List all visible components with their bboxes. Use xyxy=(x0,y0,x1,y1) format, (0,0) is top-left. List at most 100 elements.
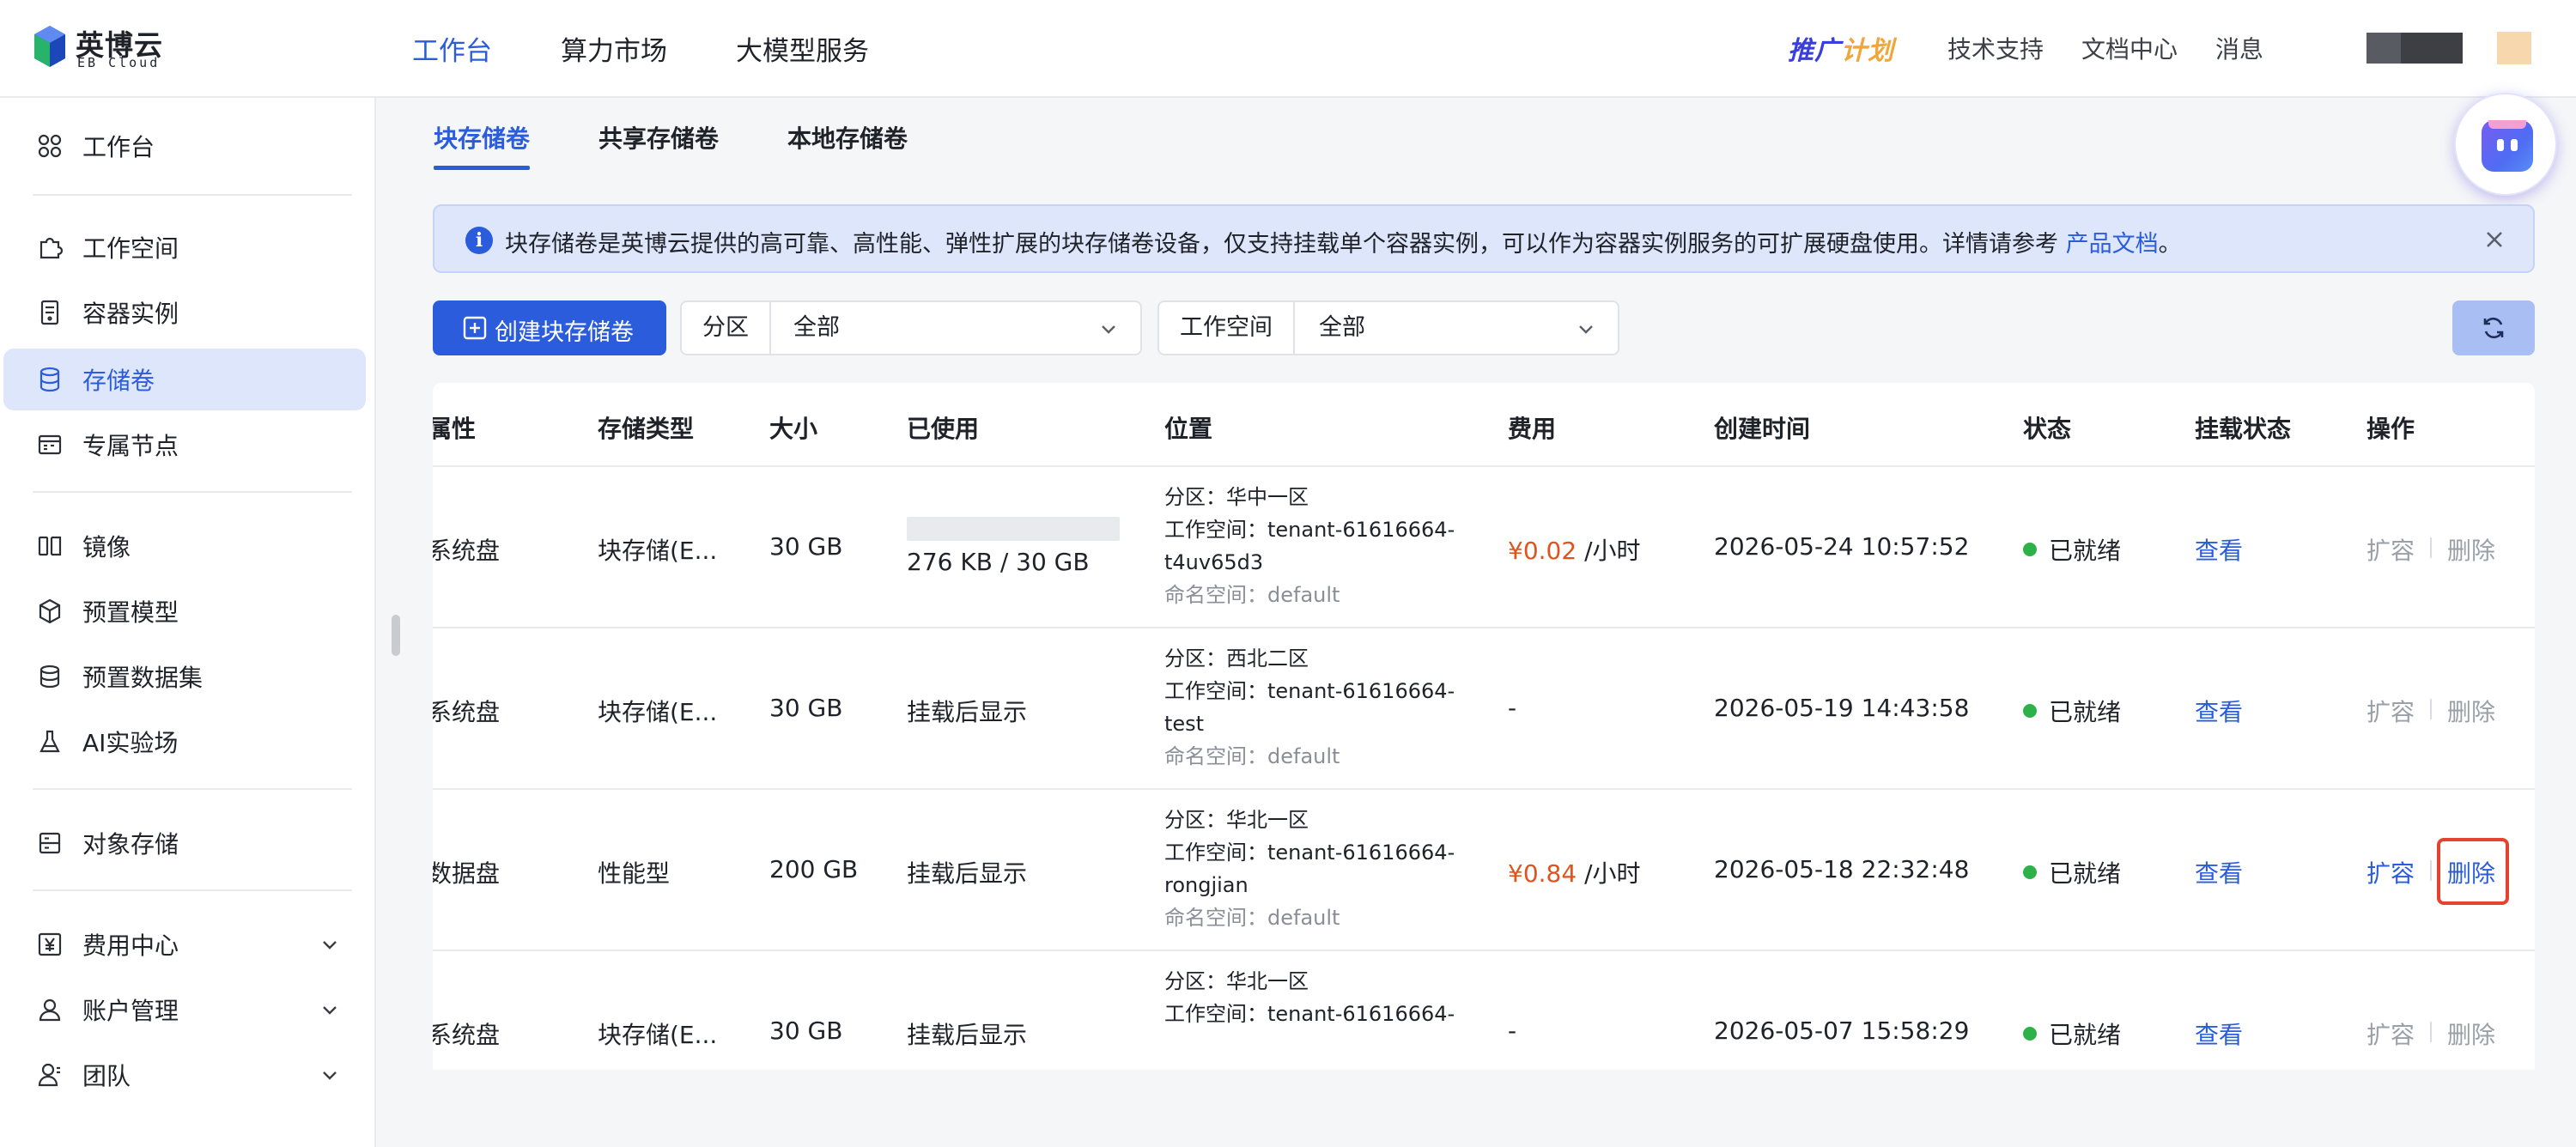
brand-logo[interactable]: 英博云 EB Cloud xyxy=(33,21,179,72)
view-mount-link[interactable]: 查看 xyxy=(2195,1017,2243,1051)
tech-support-link[interactable]: 技术支持 xyxy=(1947,31,2044,65)
workspace-filter-label: 工作空间 xyxy=(1159,302,1295,354)
chevron-down-icon xyxy=(1575,318,1597,340)
location-namespace: 命名空间：default xyxy=(1164,744,1340,768)
sidebar-item-label: 费用中心 xyxy=(82,932,179,960)
table-row: 系统盘 块存储(E... 30 GB 挂载后显示 分区：华北一区 工作空间：te… xyxy=(433,951,2535,1070)
location-workspace: 工作空间：tenant-61616664- xyxy=(1164,679,1455,703)
sidebar-item-account[interactable]: 账户管理 xyxy=(3,979,366,1041)
sidebar-item-dedicated-node[interactable]: 专属节点 xyxy=(3,414,366,476)
view-mount-link[interactable]: 查看 xyxy=(2195,694,2243,728)
promo-part-1: 推广 xyxy=(1787,36,1841,66)
fee-unit: /小时 xyxy=(1577,859,1641,888)
tab-shared-volume[interactable]: 共享存储卷 xyxy=(598,120,719,172)
puzzle-icon xyxy=(36,234,64,261)
refresh-button[interactable] xyxy=(2452,300,2535,355)
sidebar-item-workbench[interactable]: 工作台 xyxy=(3,115,366,177)
location-zone: 分区：华北一区 xyxy=(1164,808,1309,832)
sidebar-item-billing[interactable]: 费用中心 xyxy=(3,913,366,975)
status-dot xyxy=(2023,865,2037,879)
cell-size: 200 GB xyxy=(769,855,859,883)
location-workspace: 工作空间：tenant-61616664- xyxy=(1164,518,1455,542)
delete-button[interactable]: 删除 xyxy=(2447,694,2495,728)
sidebar-item-label: 专属节点 xyxy=(82,432,179,460)
top-right-menu: 推广计划 技术支持 文档中心 消息 xyxy=(1788,0,2576,96)
cell-storage-type: 块存储(E... xyxy=(598,537,718,565)
yen-icon xyxy=(36,931,64,958)
zone-filter-value: 全部 xyxy=(793,314,840,341)
cell-created: 2026-05-19 14:43:58 xyxy=(1714,694,1970,722)
sidebar-item-ai-lab[interactable]: AI实验场 xyxy=(3,711,366,773)
sidebar-item-label: AI实验场 xyxy=(82,729,179,757)
view-mount-link[interactable]: 查看 xyxy=(2195,532,2243,567)
messages-link[interactable]: 消息 xyxy=(2215,31,2263,65)
cell-location: 分区：华北一区 工作空间：tenant-61616664- rongjian 命… xyxy=(1164,804,1455,934)
location-workspace: 工作空间：tenant-61616664- xyxy=(1164,1002,1455,1026)
cell-created: 2026-05-24 10:57:52 xyxy=(1714,532,1970,561)
zone-filter[interactable]: 分区 全部 xyxy=(680,300,1142,355)
create-button-label: 创建块存储卷 xyxy=(495,319,634,346)
location-workspace: 工作空间：tenant-61616664- xyxy=(1164,841,1455,865)
cell-fee: - xyxy=(1508,694,1516,722)
topnav-workbench[interactable]: 工作台 xyxy=(412,29,492,68)
node-icon xyxy=(36,431,64,458)
sidebar-item-storage-volume[interactable]: 存储卷 xyxy=(3,349,366,410)
expand-button[interactable]: 扩容 xyxy=(2366,855,2415,889)
view-mount-link[interactable]: 查看 xyxy=(2195,855,2243,889)
fee-amount: - xyxy=(1508,694,1517,722)
chevron-down-icon xyxy=(319,934,340,955)
delete-button[interactable]: 删除 xyxy=(2447,855,2495,889)
location-zone: 分区：西北二区 xyxy=(1164,646,1309,671)
user-name-redacted[interactable] xyxy=(2366,33,2463,64)
workspace-filter[interactable]: 工作空间 全部 xyxy=(1157,300,1619,355)
cell-attribute: 系统盘 xyxy=(433,698,501,726)
expand-button[interactable]: 扩容 xyxy=(2366,694,2415,728)
sidebar-item-team[interactable]: 团队 xyxy=(3,1044,366,1106)
sidebar-item-preset-model[interactable]: 预置模型 xyxy=(3,580,366,642)
sidebar-resize-handle[interactable] xyxy=(392,615,400,656)
sidebar: 工作台 工作空间 容器实例 存储卷 专属节点 镜像 预置模型 预置数据集 AI实… xyxy=(0,98,376,1147)
location-workspace-cont: rongjian xyxy=(1164,873,1249,897)
sidebar-item-workspace[interactable]: 工作空间 xyxy=(3,216,366,278)
sidebar-item-label: 镜像 xyxy=(82,533,131,561)
user-icon xyxy=(36,996,64,1023)
location-workspace-cont: t4uv65d3 xyxy=(1164,550,1264,574)
topnav-compute-market[interactable]: 算力市场 xyxy=(561,29,667,68)
team-icon xyxy=(36,1061,64,1089)
info-icon: i xyxy=(465,227,493,254)
action-separator xyxy=(2430,1022,2432,1042)
col-actions: 操作 xyxy=(2366,415,2415,443)
container-icon xyxy=(36,299,64,326)
fee-amount: - xyxy=(1508,1017,1517,1045)
sidebar-item-image[interactable]: 镜像 xyxy=(3,515,366,577)
expand-button[interactable]: 扩容 xyxy=(2366,1017,2415,1051)
zone-filter-label: 分区 xyxy=(682,302,771,354)
location-namespace: 命名空间：default xyxy=(1164,906,1340,930)
promo-plan-link[interactable]: 推广计划 xyxy=(1788,29,1894,67)
close-icon[interactable] xyxy=(2482,227,2507,252)
sidebar-item-label: 工作空间 xyxy=(82,234,179,263)
ai-assistant-button[interactable] xyxy=(2454,93,2557,196)
tab-block-volume[interactable]: 块存储卷 xyxy=(434,120,531,172)
col-mount-status: 挂载状态 xyxy=(2195,415,2292,443)
cell-fee: - xyxy=(1508,1017,1516,1045)
tab-local-volume[interactable]: 本地存储卷 xyxy=(787,120,908,172)
robot-icon xyxy=(2482,120,2533,172)
docs-center-link[interactable]: 文档中心 xyxy=(2081,31,2178,65)
sidebar-item-preset-dataset[interactable]: 预置数据集 xyxy=(3,646,366,707)
cell-size: 30 GB xyxy=(769,1017,843,1045)
cell-attribute: 系统盘 xyxy=(433,537,501,565)
sidebar-item-container[interactable]: 容器实例 xyxy=(3,282,366,343)
avatar[interactable] xyxy=(2497,32,2531,64)
product-docs-link[interactable]: 产品文档 xyxy=(2066,231,2159,258)
delete-button[interactable]: 删除 xyxy=(2447,532,2495,567)
delete-button[interactable]: 删除 xyxy=(2447,1017,2495,1051)
object-storage-icon xyxy=(36,829,64,857)
sidebar-divider xyxy=(33,889,352,891)
create-block-volume-button[interactable]: 创建块存储卷 xyxy=(433,300,666,355)
sidebar-item-object-storage[interactable]: 对象存储 xyxy=(3,812,366,874)
cell-created: 2026-05-07 15:58:29 xyxy=(1714,1017,1970,1045)
sidebar-divider xyxy=(33,194,352,196)
topnav-llm-service[interactable]: 大模型服务 xyxy=(736,29,869,68)
expand-button[interactable]: 扩容 xyxy=(2366,532,2415,567)
